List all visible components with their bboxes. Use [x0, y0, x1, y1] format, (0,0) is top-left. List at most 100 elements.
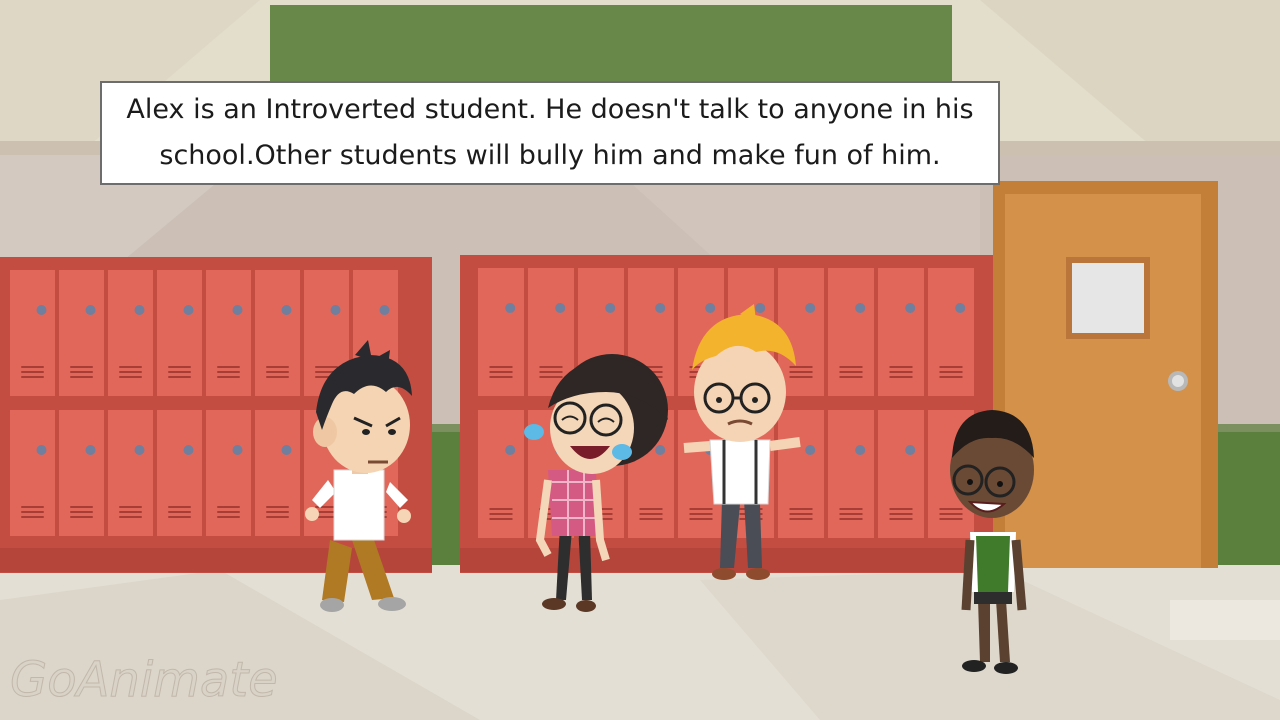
padlock-icon: [281, 305, 292, 315]
locker-vent: [839, 366, 863, 368]
locker-vent: [217, 511, 240, 513]
locker-vent: [939, 376, 963, 378]
locker-vent: [839, 371, 863, 373]
locker-vent: [839, 376, 863, 378]
padlock-icon: [232, 445, 243, 455]
locker-vent: [889, 513, 913, 515]
padlock-icon: [905, 445, 916, 455]
locker-vent: [70, 516, 93, 518]
locker-vent: [119, 371, 142, 373]
locker-vent: [21, 376, 44, 378]
caption-box: Alex is an Introverted student. He doesn…: [100, 81, 1000, 185]
padlock-icon: [805, 303, 816, 313]
locker-vent: [539, 376, 563, 378]
padlock-icon: [85, 445, 96, 455]
padlock-icon: [855, 303, 866, 313]
locker-vent: [889, 518, 913, 520]
padlock-icon: [379, 305, 390, 315]
locker-vent: [839, 513, 863, 515]
locker-vent: [21, 506, 44, 508]
padlock-icon: [655, 303, 666, 313]
locker-vent: [789, 371, 813, 373]
padlock-icon: [705, 303, 716, 313]
locker-vent: [266, 516, 289, 518]
padlock-icon: [330, 305, 341, 315]
locker-vent: [889, 366, 913, 368]
locker-vent: [21, 371, 44, 373]
locker-vent: [789, 376, 813, 378]
padlock-icon: [555, 303, 566, 313]
locker-vent: [939, 513, 963, 515]
locker-vent: [489, 518, 513, 520]
padlock-icon: [232, 305, 243, 315]
padlock-icon: [134, 445, 145, 455]
locker-vent: [168, 506, 191, 508]
padlock-icon: [36, 305, 47, 315]
locker-vent: [939, 366, 963, 368]
locker-vent: [939, 518, 963, 520]
locker-vent: [889, 376, 913, 378]
green-board: [270, 5, 952, 90]
locker-vent: [539, 366, 563, 368]
classroom-door: [993, 181, 1218, 568]
locker-vent: [839, 508, 863, 510]
locker-vent: [119, 516, 142, 518]
locker-vent: [119, 366, 142, 368]
locker-vent: [939, 371, 963, 373]
padlock-icon: [281, 445, 292, 455]
locker-vent: [789, 366, 813, 368]
locker-vent: [489, 376, 513, 378]
locker-vent: [889, 371, 913, 373]
padlock-icon: [505, 303, 516, 313]
locker-vent: [119, 376, 142, 378]
locker-vent: [639, 518, 663, 520]
locker-vent: [168, 366, 191, 368]
locker-vent: [266, 506, 289, 508]
locker-vent: [266, 511, 289, 513]
locker-vent: [70, 366, 93, 368]
padlock-icon: [805, 445, 816, 455]
locker-vent: [539, 371, 563, 373]
locker-vent: [789, 518, 813, 520]
padlock-icon: [36, 445, 47, 455]
locker-vent: [168, 371, 191, 373]
locker-vent: [689, 513, 713, 515]
locker-vent: [21, 511, 44, 513]
locker-vent: [789, 508, 813, 510]
padlock-icon: [755, 303, 766, 313]
caption-text: Alex is an Introverted student. He doesn…: [126, 94, 974, 171]
padlock-icon: [855, 445, 866, 455]
locker-vent: [21, 516, 44, 518]
locker-vent: [939, 508, 963, 510]
locker-vent: [489, 366, 513, 368]
padlock-icon: [955, 303, 966, 313]
locker-vent: [489, 513, 513, 515]
locker-vent: [70, 511, 93, 513]
locker-vent: [789, 513, 813, 515]
locker-vent: [889, 508, 913, 510]
locker-vent: [266, 366, 289, 368]
locker-vent: [839, 518, 863, 520]
locker-vent: [217, 506, 240, 508]
locker-vent: [689, 508, 713, 510]
padlock-icon: [655, 445, 666, 455]
locker-vent: [689, 518, 713, 520]
locker-vent: [119, 506, 142, 508]
locker-vent: [168, 516, 191, 518]
locker-vent: [70, 506, 93, 508]
locker-vent: [168, 376, 191, 378]
locker-vent: [489, 508, 513, 510]
locker-vent: [266, 376, 289, 378]
locker-vent: [217, 371, 240, 373]
locker-vent: [168, 511, 191, 513]
padlock-icon: [134, 305, 145, 315]
padlock-icon: [183, 305, 194, 315]
padlock-icon: [905, 303, 916, 313]
locker-vent: [639, 508, 663, 510]
logo-text: GoAnimate: [10, 652, 278, 708]
locker-vent: [70, 371, 93, 373]
locker-vent: [21, 366, 44, 368]
goanimate-logo: GoAnimate: [10, 652, 278, 709]
padlock-icon: [183, 445, 194, 455]
locker-vent: [217, 376, 240, 378]
